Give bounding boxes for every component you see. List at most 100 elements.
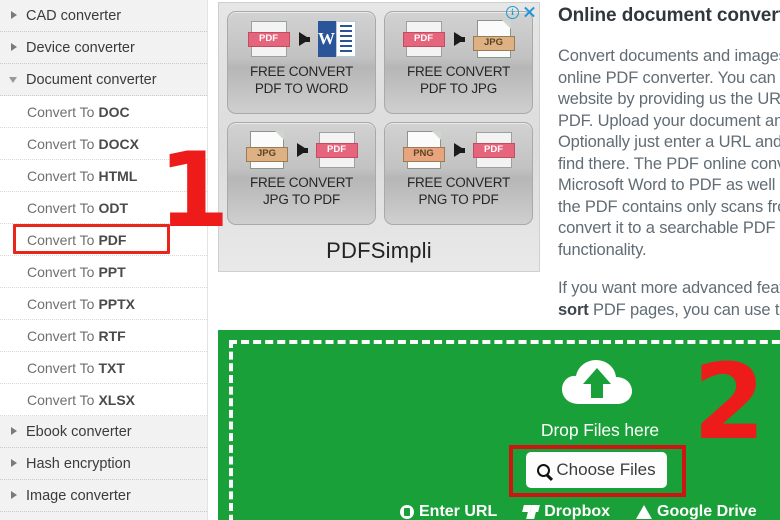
- sidebar-item-prefix: Convert To: [27, 231, 95, 248]
- ad-brand-name: PDFSimpli: [326, 238, 432, 263]
- sidebar-group-image-converter[interactable]: Image converter: [0, 480, 207, 512]
- ad-tile-caption: FREE CONVERT JPG TO PDF: [250, 174, 353, 208]
- sidebar-item-prefix: Convert To: [27, 327, 95, 344]
- cloud-upload-icon: [562, 360, 632, 404]
- sidebar-group-partial[interactable]: [0, 512, 207, 520]
- ad-tile-line1: FREE CONVERT: [249, 64, 354, 79]
- pdf-label: PDF: [315, 143, 358, 158]
- dropbox-label: Dropbox: [544, 503, 611, 520]
- ad-tile-pdf-to-jpg[interactable]: PDF JPG FREE CONVERT PDF TO JPG: [384, 11, 533, 114]
- sidebar-item-prefix: Convert To: [27, 167, 95, 184]
- google-drive-icon: [636, 505, 653, 519]
- sidebar-item-prefix: Convert To: [27, 295, 95, 312]
- jpg-label: JPG: [245, 147, 288, 162]
- info-icon[interactable]: i: [506, 5, 519, 19]
- sidebar-item-prefix: Convert To: [27, 263, 95, 280]
- article-paragraph-2-pre: If you want more advanced features like …: [558, 279, 780, 297]
- sidebar-item-convert-to-rtf[interactable]: Convert To RTF: [0, 320, 207, 352]
- sidebar-group-ebook-converter[interactable]: Ebook converter: [0, 416, 207, 448]
- choose-files-button[interactable]: Choose Files: [526, 452, 667, 488]
- step-one-numeral: 1: [158, 131, 230, 251]
- page-title: Online document converter: [558, 5, 780, 26]
- dropbox-link[interactable]: Dropbox: [522, 503, 611, 520]
- sidebar-item-format: DOCX: [98, 135, 139, 152]
- article-paragraph-2: If you want more advanced features like …: [558, 278, 780, 320]
- pdf-file-icon: PDF: [472, 132, 515, 168]
- ad-tile-line1: FREE CONVERT: [249, 175, 354, 190]
- triangle-right-icon: [8, 9, 21, 22]
- pdf-file-icon: PDF: [402, 21, 445, 57]
- sidebar-item-format: XLSX: [98, 391, 136, 408]
- jpg-file-icon: JPG: [245, 131, 288, 169]
- sidebar-group-label: Image converter: [26, 487, 131, 504]
- close-icon[interactable]: [522, 5, 536, 19]
- ad-controls: i: [506, 5, 536, 19]
- ad-tile-line1: FREE CONVERT: [406, 175, 511, 190]
- ad-tile-line2: PNG TO PDF: [418, 192, 499, 207]
- triangle-right-icon: [8, 457, 21, 470]
- sidebar-item-prefix: Convert To: [27, 199, 95, 216]
- enter-url-label: Enter URL: [419, 503, 498, 520]
- ad-tile-line2: PDF TO WORD: [254, 81, 349, 96]
- triangle-right-icon: [8, 425, 21, 438]
- sidebar-item-prefix: Convert To: [27, 135, 95, 152]
- sidebar-item-format: HTML: [98, 167, 138, 184]
- advertisement-banner[interactable]: i PDF W FREE CONVERT PDF TO WORD PDF JPG…: [218, 2, 540, 272]
- ad-tile-pdf-to-word[interactable]: PDF W FREE CONVERT PDF TO WORD: [227, 11, 376, 114]
- step-two-numeral: 2: [693, 341, 766, 463]
- ad-tile-caption: FREE CONVERT PDF TO JPG: [407, 63, 510, 97]
- ad-tile-jpg-to-pdf[interactable]: JPG PDF FREE CONVERT JPG TO PDF: [227, 122, 376, 225]
- google-drive-link[interactable]: Google Drive: [636, 503, 757, 520]
- jpg-label: JPG: [472, 36, 515, 51]
- sidebar-group-label: Document converter: [26, 71, 157, 88]
- word-file-icon: W: [317, 21, 356, 57]
- enter-url-link[interactable]: Enter URL: [400, 503, 497, 520]
- ad-tile-caption: FREE CONVERT PDF TO WORD: [250, 63, 353, 97]
- sidebar-item-format: ODT: [98, 199, 129, 216]
- triangle-right-icon: [8, 41, 21, 54]
- sidebar-item-convert-to-ppt[interactable]: Convert To PPT: [0, 256, 207, 288]
- pdf-file-icon: PDF: [315, 132, 358, 168]
- sidebar-item-convert-to-xlsx[interactable]: Convert To XLSX: [0, 384, 207, 416]
- sidebar-item-format: TXT: [98, 359, 125, 376]
- sidebar-group-label: Ebook converter: [26, 423, 132, 440]
- arrow-right-icon: [453, 32, 465, 46]
- sidebar-item-prefix: Convert To: [27, 391, 95, 408]
- ad-tile-icons: PDF W: [247, 19, 356, 59]
- sidebar-navigation: CAD converter Device converter Document …: [0, 0, 208, 520]
- ad-tile-icons: PNG PDF: [402, 130, 515, 170]
- choose-files-label: Choose Files: [556, 460, 656, 479]
- sidebar-item-format: PDF: [98, 231, 127, 248]
- pdf-file-icon: PDF: [247, 21, 290, 57]
- google-drive-label: Google Drive: [657, 503, 757, 520]
- ad-tile-grid: PDF W FREE CONVERT PDF TO WORD PDF JPG F…: [227, 11, 533, 225]
- sidebar-item-format: DOC: [98, 103, 130, 120]
- ad-tile-line2: PDF TO JPG: [419, 81, 498, 96]
- pdf-label: PDF: [402, 32, 445, 47]
- dropbox-icon: [522, 505, 541, 519]
- sidebar-item-prefix: Convert To: [27, 103, 95, 120]
- sidebar-item-convert-to-pptx[interactable]: Convert To PPTX: [0, 288, 207, 320]
- sidebar-item-prefix: Convert To: [27, 359, 95, 376]
- sidebar-item-convert-to-doc[interactable]: Convert To DOC: [0, 96, 207, 128]
- jpg-file-icon: JPG: [472, 20, 515, 58]
- ad-tile-png-to-pdf[interactable]: PNG PDF FREE CONVERT PNG TO PDF: [384, 122, 533, 225]
- article-paragraph-2-post: PDF pages, you can use this free PDF edi…: [593, 300, 780, 319]
- sidebar-group-device-converter[interactable]: Device converter: [0, 32, 207, 64]
- sidebar-group-label: Device converter: [26, 39, 135, 56]
- ad-tile-line1: FREE CONVERT: [406, 64, 511, 79]
- word-letter: W: [317, 21, 336, 57]
- sidebar-item-format: PPT: [98, 263, 126, 280]
- png-label: PNG: [402, 147, 445, 162]
- dropzone-source-links: Enter URL Dropbox Google Drive: [400, 503, 757, 520]
- sidebar-group-document-converter[interactable]: Document converter: [0, 64, 207, 96]
- magnifier-icon: [537, 464, 551, 477]
- ad-tile-line2: JPG TO PDF: [262, 192, 341, 207]
- link-icon: [400, 505, 414, 519]
- sidebar-group-hash-encryption[interactable]: Hash encryption: [0, 448, 207, 480]
- arrow-right-icon: [298, 32, 310, 46]
- sidebar-item-convert-to-txt[interactable]: Convert To TXT: [0, 352, 207, 384]
- sidebar-group-cad-converter[interactable]: CAD converter: [0, 0, 207, 32]
- sidebar-item-format: PPTX: [98, 295, 136, 312]
- sidebar-group-label: Hash encryption: [26, 455, 131, 472]
